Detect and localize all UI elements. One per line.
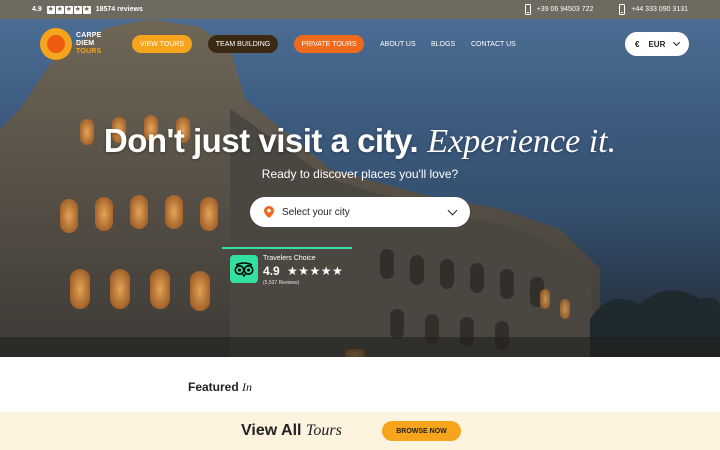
- star-icon: ★: [82, 5, 91, 14]
- currency-selector[interactable]: € EUR: [625, 32, 689, 56]
- phone-italy[interactable]: +39 06 94503 722: [524, 4, 594, 15]
- star-icon: ★: [55, 5, 64, 14]
- brand-logo[interactable]: Carpe Diem Tours: [40, 28, 102, 60]
- nav-contact-link[interactable]: Contact Us: [471, 35, 516, 53]
- star-icon: ★: [46, 5, 55, 14]
- location-pin-icon: [264, 206, 274, 218]
- phone-uk[interactable]: +44 333 090 3131: [619, 4, 688, 15]
- hero-section: [0, 19, 720, 357]
- travelers-choice-accent-line: [222, 247, 352, 249]
- logo-mark-icon: [40, 28, 72, 60]
- hero-subheadline: Ready to discover places you'll love?: [261, 167, 459, 181]
- view-all-tours-banner: [0, 412, 720, 450]
- city-select-placeholder: Select your city: [282, 206, 350, 218]
- colosseum-background-image: [0, 19, 720, 357]
- phone-number-label: +44 333 090 3131: [631, 6, 688, 13]
- view-all-italic: Tours: [305, 422, 342, 439]
- tripadvisor-owl-icon: [230, 255, 258, 283]
- nav-blogs-link[interactable]: Blogs: [431, 35, 455, 53]
- logo-wordmark: Carpe Diem Tours: [76, 32, 102, 56]
- phone-number-label: +39 06 94503 722: [536, 6, 594, 13]
- main-navigation: Carpe Diem Tours View Tours Team Buildin…: [0, 19, 720, 69]
- nav-private-tours-button[interactable]: Private Tours: [294, 35, 364, 53]
- headline-bold: Don't just visit a city.: [103, 122, 419, 159]
- logo-line-2: Diem: [76, 40, 95, 47]
- logo-line-1: Carpe: [76, 32, 102, 39]
- logo-line-3: Tours: [76, 48, 102, 55]
- travelers-choice-rating: 4.9: [263, 264, 280, 278]
- phone-icon: [524, 4, 531, 15]
- phone-icon: [619, 4, 626, 15]
- city-select-dropdown[interactable]: Select your city: [250, 197, 470, 227]
- nav-team-building-button[interactable]: Team Building: [208, 35, 278, 53]
- view-all-bold: View All: [241, 422, 302, 439]
- site-rating: 4.9: [32, 6, 42, 13]
- travelers-choice-review-count: (5,537 Reviews): [263, 280, 300, 286]
- rating-stars: ★ ★ ★ ★ ★: [46, 5, 91, 14]
- headline-italic: Experience it.: [427, 123, 617, 160]
- star-icon: ★: [73, 5, 82, 14]
- featured-in-heading: Featured In: [188, 380, 252, 395]
- chevron-down-icon: [672, 38, 681, 47]
- featured-bold: Featured: [188, 380, 239, 394]
- nav-view-tours-button[interactable]: View Tours: [132, 35, 192, 53]
- nav-about-link[interactable]: About Us: [380, 35, 416, 53]
- top-info-bar: 4.9 ★ ★ ★ ★ ★ 18574 reviews +39 06 94503…: [0, 0, 720, 19]
- travelers-choice-stars: ★★★★★: [287, 264, 344, 278]
- travelers-choice-title: Travelers Choice: [263, 255, 316, 262]
- browse-now-button[interactable]: Browse Now: [382, 421, 461, 441]
- hero-headline: Don't just visit a city. Experience it.: [0, 122, 720, 161]
- review-count[interactable]: 18574 reviews: [96, 6, 143, 13]
- currency-code: EUR: [648, 39, 666, 49]
- star-icon: ★: [64, 5, 73, 14]
- phone-numbers: +39 06 94503 722 +44 333 090 3131: [524, 4, 688, 15]
- currency-symbol: €: [635, 39, 640, 49]
- chevron-down-icon: [447, 205, 458, 215]
- view-all-tours-heading: View All Tours: [241, 422, 342, 440]
- featured-italic: In: [242, 380, 253, 394]
